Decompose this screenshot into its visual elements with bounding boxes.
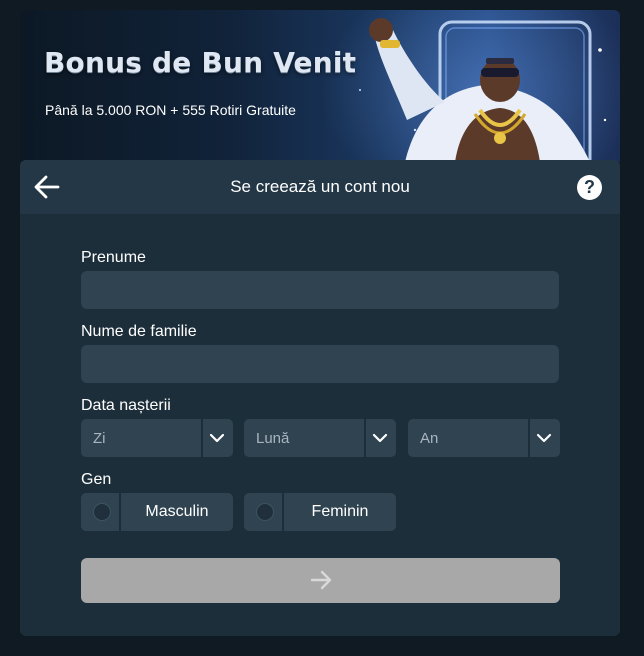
birth-month-select[interactable]: Lună — [244, 419, 396, 457]
chevron-down-icon — [536, 433, 552, 443]
arrow-right-icon — [310, 570, 332, 590]
help-button[interactable]: ? — [577, 175, 602, 200]
banner-title: Bonus de Bun Venit — [44, 46, 357, 79]
gender-option-label: Masculin — [145, 503, 209, 520]
registration-card: Se creează un cont nou ? Prenume Nume de… — [20, 160, 620, 636]
last-name-input[interactable] — [81, 345, 559, 383]
chevron-down-icon — [209, 433, 225, 443]
chevron-down-icon — [372, 433, 388, 443]
select-divider — [364, 419, 366, 457]
promo-banner: Bonus de Bun Venit Până la 5.000 RON + 5… — [20, 10, 620, 162]
birth-year-value: An — [420, 430, 439, 447]
last-name-label: Nume de familie — [81, 323, 197, 340]
birth-date-label: Data nașterii — [81, 397, 171, 414]
birth-month-value: Lună — [256, 430, 290, 447]
gender-option-female[interactable]: Feminin — [244, 493, 396, 531]
birth-year-select[interactable]: An — [408, 419, 560, 457]
card-header: Se creează un cont nou ? — [20, 160, 620, 214]
gender-label: Gen — [81, 471, 112, 488]
gender-option-label: Feminin — [311, 503, 369, 520]
radio-circle[interactable] — [256, 503, 274, 521]
select-divider — [528, 419, 530, 457]
first-name-input[interactable] — [81, 271, 559, 309]
first-name-label: Prenume — [81, 249, 146, 266]
gender-option-male[interactable]: Masculin — [81, 493, 233, 531]
select-divider — [201, 419, 203, 457]
banner-character-illustration — [359, 18, 607, 162]
birth-day-select[interactable]: Zi — [81, 419, 233, 457]
continue-button[interactable] — [81, 558, 560, 603]
radio-circle[interactable] — [93, 503, 111, 521]
question-circle-icon: ? — [584, 177, 595, 197]
banner-subtitle: Până la 5.000 RON + 555 Rotiri Gratuite — [45, 102, 296, 118]
birth-day-value: Zi — [93, 430, 106, 447]
page-title: Se creează un cont nou — [230, 177, 410, 196]
